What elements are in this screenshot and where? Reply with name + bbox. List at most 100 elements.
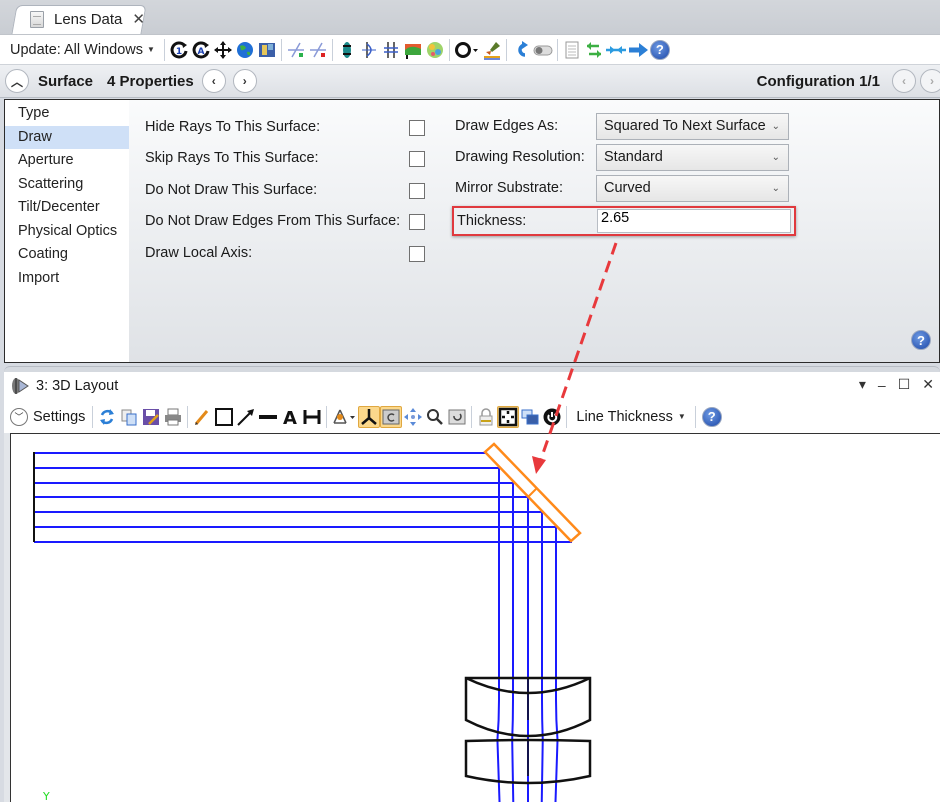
hide-rays-label: Hide Rays To This Surface:	[145, 119, 321, 135]
thickness-input[interactable]	[597, 209, 791, 233]
lock-icon[interactable]	[475, 406, 497, 428]
window-menu-icon[interactable]: ▾	[859, 376, 866, 393]
document-icon	[30, 10, 44, 28]
help-icon[interactable]: ?	[649, 39, 671, 61]
pencil-icon[interactable]	[191, 406, 213, 428]
category-scattering[interactable]: Scattering	[5, 173, 129, 197]
close-tab-icon[interactable]: ✕	[132, 10, 145, 28]
category-tilt-decenter[interactable]: Tilt/Decenter	[5, 196, 129, 220]
aperture-icon[interactable]	[380, 39, 402, 61]
refresh-config-icon[interactable]: 1	[168, 39, 190, 61]
toggle-icon[interactable]	[532, 39, 554, 61]
refresh-icon[interactable]	[96, 406, 118, 428]
arrow-line-icon[interactable]	[235, 406, 257, 428]
paraxial-icon[interactable]	[358, 39, 380, 61]
line-icon[interactable]	[257, 406, 279, 428]
next-surface-button[interactable]: ›	[232, 69, 257, 93]
settings-label: Settings	[33, 408, 86, 425]
pan-icon[interactable]	[402, 406, 424, 428]
next-config-button[interactable]: ›	[920, 69, 940, 93]
power-icon[interactable]	[541, 406, 563, 428]
hide-rays-checkbox[interactable]	[409, 120, 425, 136]
category-import[interactable]: Import	[5, 267, 129, 291]
view-reset-icon[interactable]	[380, 405, 403, 428]
notes-icon[interactable]	[561, 39, 583, 61]
undo-view-icon[interactable]	[446, 406, 468, 428]
windows-icon[interactable]	[519, 406, 541, 428]
text-icon[interactable]: A	[279, 406, 301, 428]
surface-properties-panel: Type Draw Aperture Scattering Tilt/Decen…	[4, 99, 940, 363]
maximize-icon[interactable]: ☐	[898, 376, 911, 393]
print-icon[interactable]	[162, 406, 184, 428]
swap-icon[interactable]	[583, 39, 605, 61]
layout-toolbar: ﹀ Settings A Line Thickness ▼ ?	[4, 400, 940, 433]
do-not-draw-edges-label: Do Not Draw Edges From This Surface:	[145, 213, 401, 229]
skip-rays-checkbox[interactable]	[409, 151, 425, 167]
insert-surface-icon[interactable]	[285, 39, 307, 61]
settings-button[interactable]: ﹀ Settings	[10, 407, 89, 426]
draw-edges-value: Squared To Next Surface	[604, 118, 766, 134]
rectangle-icon[interactable]	[213, 406, 235, 428]
previous-config-button[interactable]: ‹	[892, 69, 916, 93]
properties-help-button[interactable]: ?	[911, 330, 931, 350]
globe-icon[interactable]	[234, 39, 256, 61]
collapse-properties-button[interactable]: ︿	[5, 69, 29, 93]
paint-icon[interactable]	[481, 39, 503, 61]
layout-help-icon[interactable]: ?	[701, 406, 723, 428]
axes-icon[interactable]	[358, 405, 381, 428]
map-icon[interactable]	[256, 39, 278, 61]
collapse-icon[interactable]	[605, 39, 627, 61]
separator	[331, 38, 333, 61]
sphere-icon[interactable]	[424, 39, 446, 61]
refresh-all-icon[interactable]: A	[190, 39, 212, 61]
circle-icon[interactable]	[453, 39, 481, 61]
help-icon: ?	[911, 330, 931, 350]
update-dropdown[interactable]: Update: All Windows ▼	[10, 42, 161, 58]
layout-window-title: 3: 3D Layout	[36, 378, 119, 394]
arrow-right-icon[interactable]	[627, 39, 649, 61]
draw-local-axis-checkbox[interactable]	[409, 246, 425, 262]
zoom-icon[interactable]	[424, 406, 446, 428]
separator	[280, 38, 282, 61]
dimension-icon[interactable]	[301, 406, 323, 428]
fit-view-icon[interactable]	[497, 405, 520, 428]
delete-surface-icon[interactable]	[307, 39, 329, 61]
rotate-view-icon[interactable]	[330, 406, 358, 428]
lens-icon[interactable]	[336, 39, 358, 61]
line-thickness-dropdown[interactable]: Line Thickness ▼	[570, 409, 691, 425]
category-aperture[interactable]: Aperture	[5, 149, 129, 173]
category-physical-optics[interactable]: Physical Optics	[5, 220, 129, 244]
layout-window-header: 3: 3D Layout ▾ – ☐ ✕	[4, 372, 940, 400]
separator	[556, 38, 558, 61]
skip-rays-label: Skip Rays To This Surface:	[145, 150, 319, 166]
mirror-substrate-select[interactable]: Curved ⌄	[596, 175, 789, 202]
category-draw[interactable]: Draw	[5, 125, 129, 149]
move-icon[interactable]	[212, 39, 234, 61]
chart-icon[interactable]	[402, 39, 424, 61]
do-not-draw-checkbox[interactable]	[409, 183, 425, 199]
save-icon[interactable]	[140, 406, 162, 428]
drawing-resolution-select[interactable]: Standard ⌄	[596, 144, 789, 171]
category-coating[interactable]: Coating	[5, 243, 129, 267]
layout-canvas[interactable]	[10, 433, 940, 802]
do-not-draw-row: Do Not Draw This Surface:	[145, 182, 435, 202]
properties-label: 4 Properties	[107, 72, 194, 90]
separator	[187, 405, 189, 428]
do-not-draw-edges-checkbox[interactable]	[409, 214, 425, 230]
separator	[326, 405, 328, 428]
draw-edges-select[interactable]: Squared To Next Surface ⌄	[596, 113, 789, 140]
category-type[interactable]: Type	[5, 102, 129, 126]
undo-icon[interactable]	[510, 39, 532, 61]
previous-surface-button[interactable]: ‹	[201, 69, 226, 93]
do-not-draw-label: Do Not Draw This Surface:	[145, 182, 318, 198]
lens-data-tab[interactable]: Lens Data ✕	[30, 9, 145, 29]
close-icon[interactable]: ✕	[922, 376, 934, 393]
minimize-icon[interactable]: –	[878, 377, 886, 393]
separator	[505, 38, 507, 61]
drawing-resolution-value: Standard	[604, 149, 663, 165]
copy-icon[interactable]	[118, 406, 140, 428]
svg-text:A: A	[197, 47, 204, 57]
window-controls: ▾ – ☐ ✕	[859, 376, 934, 393]
mirror-substrate-label: Mirror Substrate:	[455, 180, 563, 196]
svg-text:A: A	[283, 408, 297, 427]
